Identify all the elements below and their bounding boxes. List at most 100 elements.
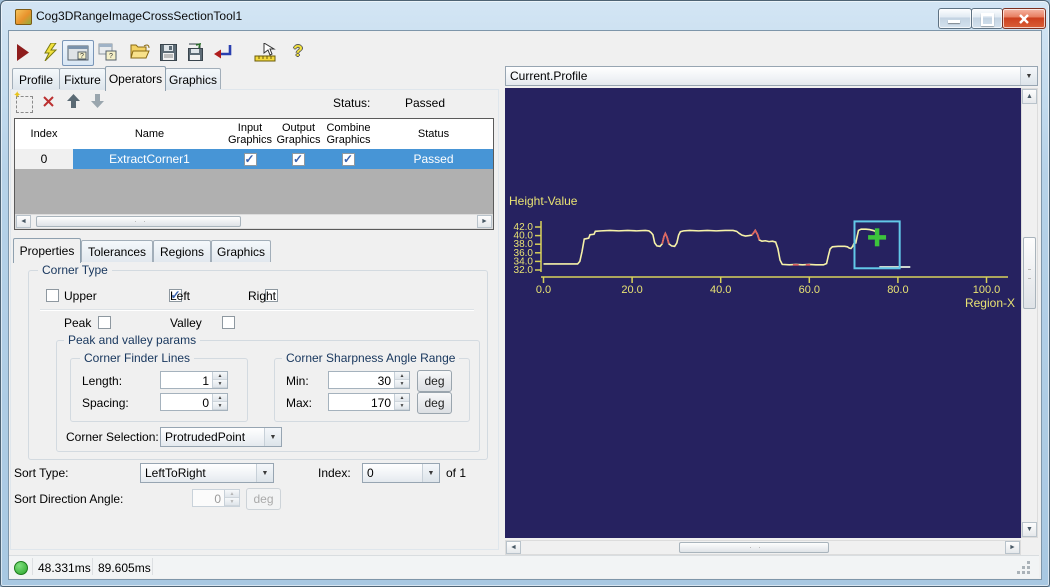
- display-hscrollbar[interactable]: ◄ ►: [505, 540, 1021, 555]
- col-header-input-graphics[interactable]: Input Graphics: [226, 119, 275, 150]
- index-dropdown[interactable]: 0▼: [362, 463, 440, 483]
- scroll-down-icon[interactable]: ▼: [1022, 522, 1037, 537]
- length-spinner[interactable]: 1▲▼: [160, 371, 228, 389]
- display-selector-dropdown[interactable]: Current.Profile▼: [505, 66, 1038, 86]
- tab-tolerances[interactable]: Tolerances: [81, 240, 153, 262]
- trigger-button[interactable]: [38, 40, 62, 64]
- total-time: 89.605ms: [98, 561, 151, 575]
- sort-direction-spinner: 0▲▼: [192, 489, 240, 507]
- table-hscrollbar[interactable]: ◄ ►: [15, 214, 493, 229]
- move-down-button[interactable]: [90, 93, 105, 114]
- x-tick-label: 40.0: [710, 284, 731, 296]
- tab-fixture[interactable]: Fixture: [59, 68, 106, 90]
- col-header-status[interactable]: Status: [374, 119, 493, 150]
- y-tick-label: 32.0: [514, 265, 534, 276]
- max-deg-button[interactable]: deg: [417, 392, 452, 414]
- sort-type-dropdown[interactable]: LeftToRight▼: [140, 463, 274, 483]
- right-label: Right: [248, 289, 276, 303]
- col-header-output-graphics[interactable]: Output Graphics: [274, 119, 324, 150]
- table-row[interactable]: 0 ExtractCorner1 Passed: [15, 149, 493, 169]
- spacing-label: Spacing:: [82, 396, 129, 410]
- max-label: Max:: [286, 396, 312, 410]
- of-count-label: of 1: [446, 466, 466, 480]
- application-window: { "window": { "title": "Cog3DRangeImageC…: [0, 0, 1050, 587]
- upper-checkbox[interactable]: [46, 289, 59, 302]
- minimize-button[interactable]: [938, 8, 972, 29]
- spin-down-icon: ▼: [213, 402, 227, 410]
- delete-operator-button[interactable]: [42, 94, 56, 113]
- maximize-button[interactable]: [971, 8, 1003, 29]
- tab-operators[interactable]: Operators: [105, 66, 166, 91]
- result-panel-icon: ?: [67, 45, 89, 62]
- y-axis-title: Height-Value: [509, 194, 578, 208]
- valley-checkbox[interactable]: [222, 316, 235, 329]
- output-graphics-checkbox[interactable]: [292, 153, 305, 166]
- scroll-right-icon[interactable]: ►: [1005, 541, 1020, 554]
- tab-profile[interactable]: Profile: [12, 68, 60, 90]
- x-tick-label: 100.0: [973, 284, 1001, 296]
- corner-selection-dropdown[interactable]: ProtrudedPoint▼: [160, 427, 282, 447]
- col-header-combine-graphics[interactable]: Combine Graphics: [323, 119, 375, 150]
- tab-graphics-sub[interactable]: Graphics: [211, 240, 271, 262]
- chevron-down-icon: ▼: [264, 428, 281, 446]
- float-result-display-button[interactable]: ?: [96, 40, 120, 64]
- status-bar: [9, 555, 1039, 578]
- valley-label: Valley: [170, 316, 202, 330]
- close-button[interactable]: [1002, 8, 1046, 29]
- open-file-button[interactable]: [128, 40, 152, 64]
- spacing-spinner[interactable]: 0▲▼: [160, 393, 228, 411]
- scroll-left-icon[interactable]: ◄: [16, 215, 31, 228]
- scroll-up-icon[interactable]: ▲: [1022, 89, 1037, 104]
- process-time: 48.331ms: [38, 561, 91, 575]
- save-as-button[interactable]: [184, 40, 208, 64]
- spin-up-icon: ▲: [395, 394, 409, 402]
- col-header-name[interactable]: Name: [73, 119, 227, 150]
- help-icon: ?: [293, 43, 303, 61]
- cell-output-graphics: [274, 149, 323, 169]
- tab-properties[interactable]: Properties: [13, 238, 81, 263]
- status-value: Passed: [405, 96, 445, 110]
- min-deg-button[interactable]: deg: [417, 370, 452, 392]
- tab-graphics[interactable]: Graphics: [165, 68, 221, 90]
- scroll-right-icon[interactable]: ►: [477, 215, 492, 228]
- min-spinner[interactable]: 30▲▼: [328, 371, 410, 389]
- save-icon: [160, 44, 177, 61]
- save-file-button[interactable]: [156, 40, 180, 64]
- col-header-index[interactable]: Index: [15, 119, 74, 150]
- reset-button[interactable]: [212, 40, 236, 64]
- series-profile: [544, 229, 879, 265]
- spin-down-icon: ▼: [395, 402, 409, 410]
- max-spinner[interactable]: 170▲▼: [328, 393, 410, 411]
- x-tick-label: 60.0: [799, 284, 820, 296]
- display-vscroll-thumb[interactable]: [1023, 237, 1036, 309]
- tab-regions[interactable]: Regions: [153, 240, 211, 262]
- show-result-display-button[interactable]: ?: [62, 40, 94, 66]
- display-hscroll-thumb[interactable]: [679, 542, 829, 553]
- status-label: Status:: [333, 96, 370, 110]
- profile-display[interactable]: 42.040.038.036.034.032.00.020.040.060.08…: [505, 88, 1021, 538]
- input-graphics-checkbox[interactable]: [244, 153, 257, 166]
- cell-index: 0: [15, 149, 74, 169]
- sparkle-icon: ✦: [13, 90, 21, 101]
- chevron-down-icon: ▼: [256, 464, 273, 482]
- svg-text:?: ?: [109, 53, 113, 60]
- app-icon: [15, 9, 32, 25]
- corner-type-caption: Corner Type: [38, 263, 112, 277]
- run-button[interactable]: [11, 40, 35, 64]
- spin-up-icon: ▲: [225, 490, 239, 498]
- save-as-icon: [186, 43, 206, 61]
- scroll-left-icon[interactable]: ◄: [506, 541, 521, 554]
- measure-button[interactable]: [252, 40, 282, 64]
- help-button[interactable]: ?: [286, 40, 310, 64]
- corner-finder-lines-group: [70, 358, 248, 422]
- profile-chart: 42.040.038.036.034.032.00.020.040.060.08…: [505, 88, 1021, 538]
- peak-checkbox[interactable]: [98, 316, 111, 329]
- resize-grip-icon[interactable]: [1018, 562, 1031, 575]
- reset-icon: [214, 43, 234, 61]
- display-vscrollbar[interactable]: ▲ ▼: [1021, 88, 1038, 538]
- move-up-button[interactable]: [66, 93, 81, 114]
- new-operator-button[interactable]: ✦: [16, 96, 33, 113]
- table-hscroll-thumb[interactable]: [36, 216, 241, 227]
- window-title: Cog3DRangeImageCrossSectionTool1: [36, 9, 242, 23]
- combine-graphics-checkbox[interactable]: [342, 153, 355, 166]
